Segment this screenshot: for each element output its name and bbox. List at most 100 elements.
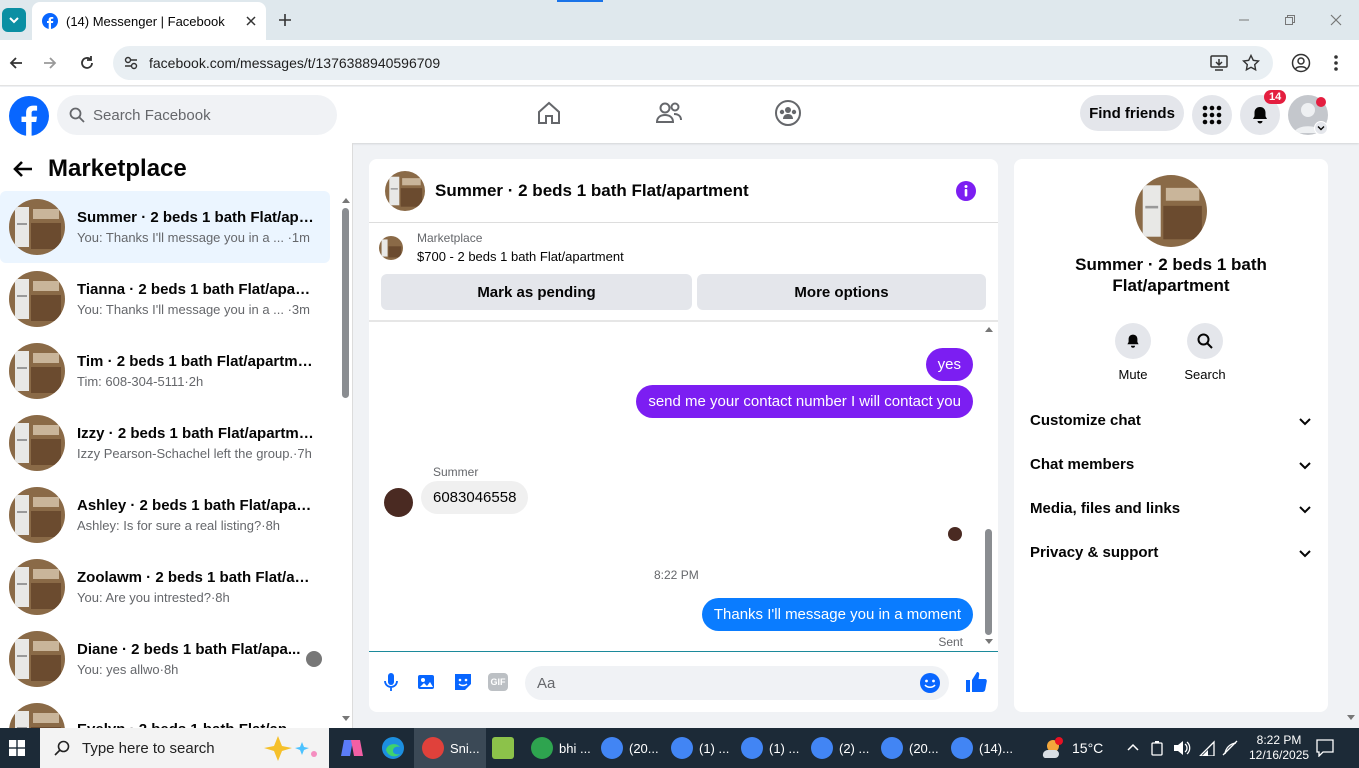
spreadsheet-app-icon[interactable] (492, 737, 514, 759)
search-in-chat-button[interactable]: Search (1175, 323, 1235, 382)
taskbar-app[interactable]: bhi ... (531, 734, 591, 762)
chat-title: Summer · 2 beds 1 bath Flat/apartment (435, 180, 749, 200)
photo-icon[interactable] (417, 672, 437, 692)
menu-button[interactable] (1192, 95, 1232, 135)
volume-icon[interactable] (1173, 740, 1191, 756)
thumbs-up-icon[interactable] (964, 670, 988, 694)
listing-avatar[interactable] (385, 170, 425, 211)
taskbar-search-input[interactable]: Type here to search (40, 728, 329, 768)
conversation-name: Evelyn · 2 beds 1 bath Flat/ap... (77, 721, 315, 729)
back-arrow-icon[interactable] (8, 55, 24, 71)
taskbar-app[interactable]: (2) ... (811, 734, 869, 762)
browser-tab[interactable]: (14) Messenger | Facebook (32, 2, 266, 40)
more-options-button[interactable]: More options (697, 274, 986, 310)
chevron-down-icon (1299, 417, 1311, 425)
chat-scrollbar-thumb[interactable] (985, 529, 992, 635)
bookmark-star-icon[interactable] (1242, 54, 1260, 72)
message-outgoing[interactable]: send me your contact number I will conta… (636, 385, 973, 418)
reload-icon[interactable] (79, 55, 95, 71)
close-window-icon[interactable] (1330, 14, 1342, 26)
message-incoming[interactable]: 6083046558 (421, 481, 529, 514)
friends-icon[interactable] (655, 99, 683, 127)
groups-icon[interactable] (774, 99, 802, 127)
message-timestamp: 8:22 PM (654, 568, 699, 582)
conversation-item[interactable]: Evelyn · 2 beds 1 bath Flat/ap... (0, 695, 330, 728)
conversation-item[interactable]: Tianna · 2 beds 1 bath Flat/apart... You:… (0, 263, 330, 335)
copilot-icon[interactable] (340, 736, 364, 760)
notification-center-icon[interactable] (1316, 739, 1334, 757)
taskbar-app[interactable]: (14)... (951, 734, 1013, 762)
microphone-icon[interactable] (383, 672, 399, 692)
omnibox[interactable]: facebook.com/messages/t/1376388940596709 (113, 46, 1273, 80)
install-app-icon[interactable] (1210, 54, 1228, 72)
account-chevron[interactable] (1314, 121, 1328, 135)
mark-as-pending-button[interactable]: Mark as pending (381, 274, 692, 310)
address-bar-row: facebook.com/messages/t/1376388940596709 (0, 40, 1359, 86)
scrollbar-thumb[interactable] (342, 208, 349, 398)
close-icon[interactable] (246, 16, 256, 26)
scroll-up-icon[interactable] (984, 325, 994, 333)
taskbar-app[interactable]: Sni... (422, 734, 480, 762)
message-outgoing[interactable]: yes (925, 348, 973, 381)
battery-icon[interactable] (1150, 740, 1164, 756)
seen-avatar (948, 527, 962, 541)
conversation-item[interactable]: Diane · 2 beds 1 bath Flat/apa... You: ye… (0, 623, 330, 695)
back-arrow-icon[interactable] (12, 158, 34, 180)
scroll-up-icon[interactable] (341, 196, 351, 204)
privacy-support-section[interactable]: Privacy & support (1030, 544, 1312, 561)
weather-icon[interactable] (1040, 736, 1064, 760)
message-status: Sent (938, 635, 963, 649)
facebook-search-input[interactable]: Search Facebook (57, 95, 337, 135)
show-hidden-icons[interactable] (1127, 742, 1139, 754)
message-outgoing[interactable]: Thanks I'll message you in a moment (701, 598, 973, 631)
search-icon (1197, 333, 1213, 349)
browser-menu-icon[interactable] (1333, 54, 1339, 72)
info-icon[interactable] (955, 180, 977, 202)
forward-arrow-icon[interactable] (42, 55, 58, 71)
customize-chat-section[interactable]: Customize chat (1030, 412, 1312, 429)
conversation-item[interactable]: Izzy · 2 beds 1 bath Flat/apartme... Izzy… (0, 407, 330, 479)
contact-avatar[interactable] (1135, 175, 1207, 247)
taskbar-app[interactable]: (20... (601, 734, 659, 762)
message-input[interactable]: Aa (525, 666, 949, 700)
site-settings-icon[interactable] (123, 55, 139, 71)
wifi-icon[interactable] (1198, 740, 1216, 756)
windows-taskbar: Type here to search Sni... bhi ... (20... (… (0, 728, 1359, 768)
sender-avatar[interactable] (384, 488, 413, 517)
taskbar-app[interactable]: (20... (881, 734, 939, 762)
profile-icon[interactable] (1291, 53, 1311, 73)
page-scroll-down-icon[interactable] (1346, 714, 1356, 722)
media-files-links-section[interactable]: Media, files and links (1030, 500, 1312, 517)
language-icon[interactable] (1222, 740, 1240, 756)
gif-button[interactable]: GIF (488, 673, 508, 691)
windows-start-icon[interactable] (9, 740, 25, 756)
tab-search-button[interactable] (2, 8, 26, 32)
conversation-item[interactable]: Zoolawm · 2 beds 1 bath Flat/ap... You: A… (0, 551, 330, 623)
scroll-down-icon[interactable] (341, 715, 351, 723)
conversation-thumbnail (9, 487, 65, 543)
edge-icon[interactable] (381, 736, 405, 760)
taskbar-app[interactable]: (1) ... (671, 734, 729, 762)
find-friends-button[interactable]: Find friends (1080, 95, 1184, 131)
chat-members-section[interactable]: Chat members (1030, 456, 1312, 473)
emoji-icon[interactable] (919, 672, 941, 694)
section-label: Media, files and links (1030, 500, 1181, 517)
chat-header: Summer · 2 beds 1 bath Flat/apartment (369, 159, 998, 223)
marketplace-listing-row[interactable]: Marketplace $700 - 2 beds 1 bath Flat/ap… (379, 231, 624, 264)
new-tab-icon[interactable] (278, 13, 292, 27)
mute-button[interactable]: Mute (1103, 323, 1163, 382)
facebook-logo-icon[interactable] (8, 95, 50, 137)
minimize-icon[interactable] (1238, 14, 1250, 26)
conversation-item[interactable]: Summer · 2 beds 1 bath Flat/apa... You: T… (0, 191, 330, 263)
sticker-icon[interactable] (453, 672, 473, 692)
mute-label: Mute (1118, 367, 1148, 382)
clock[interactable]: 8:22 PM 12/16/2025 (1249, 728, 1309, 768)
scroll-down-icon[interactable] (984, 638, 994, 646)
weather-temp[interactable]: 15°C (1072, 728, 1103, 768)
restore-icon[interactable] (1284, 14, 1296, 26)
conversation-item[interactable]: Tim · 2 beds 1 bath Flat/apartme... Tim: … (0, 335, 330, 407)
conversation-item[interactable]: Ashley · 2 beds 1 bath Flat/apart... Ashl… (0, 479, 330, 551)
home-icon[interactable] (535, 99, 563, 127)
taskbar-app[interactable]: (1) ... (741, 734, 799, 762)
conversation-thumbnail (9, 631, 65, 687)
